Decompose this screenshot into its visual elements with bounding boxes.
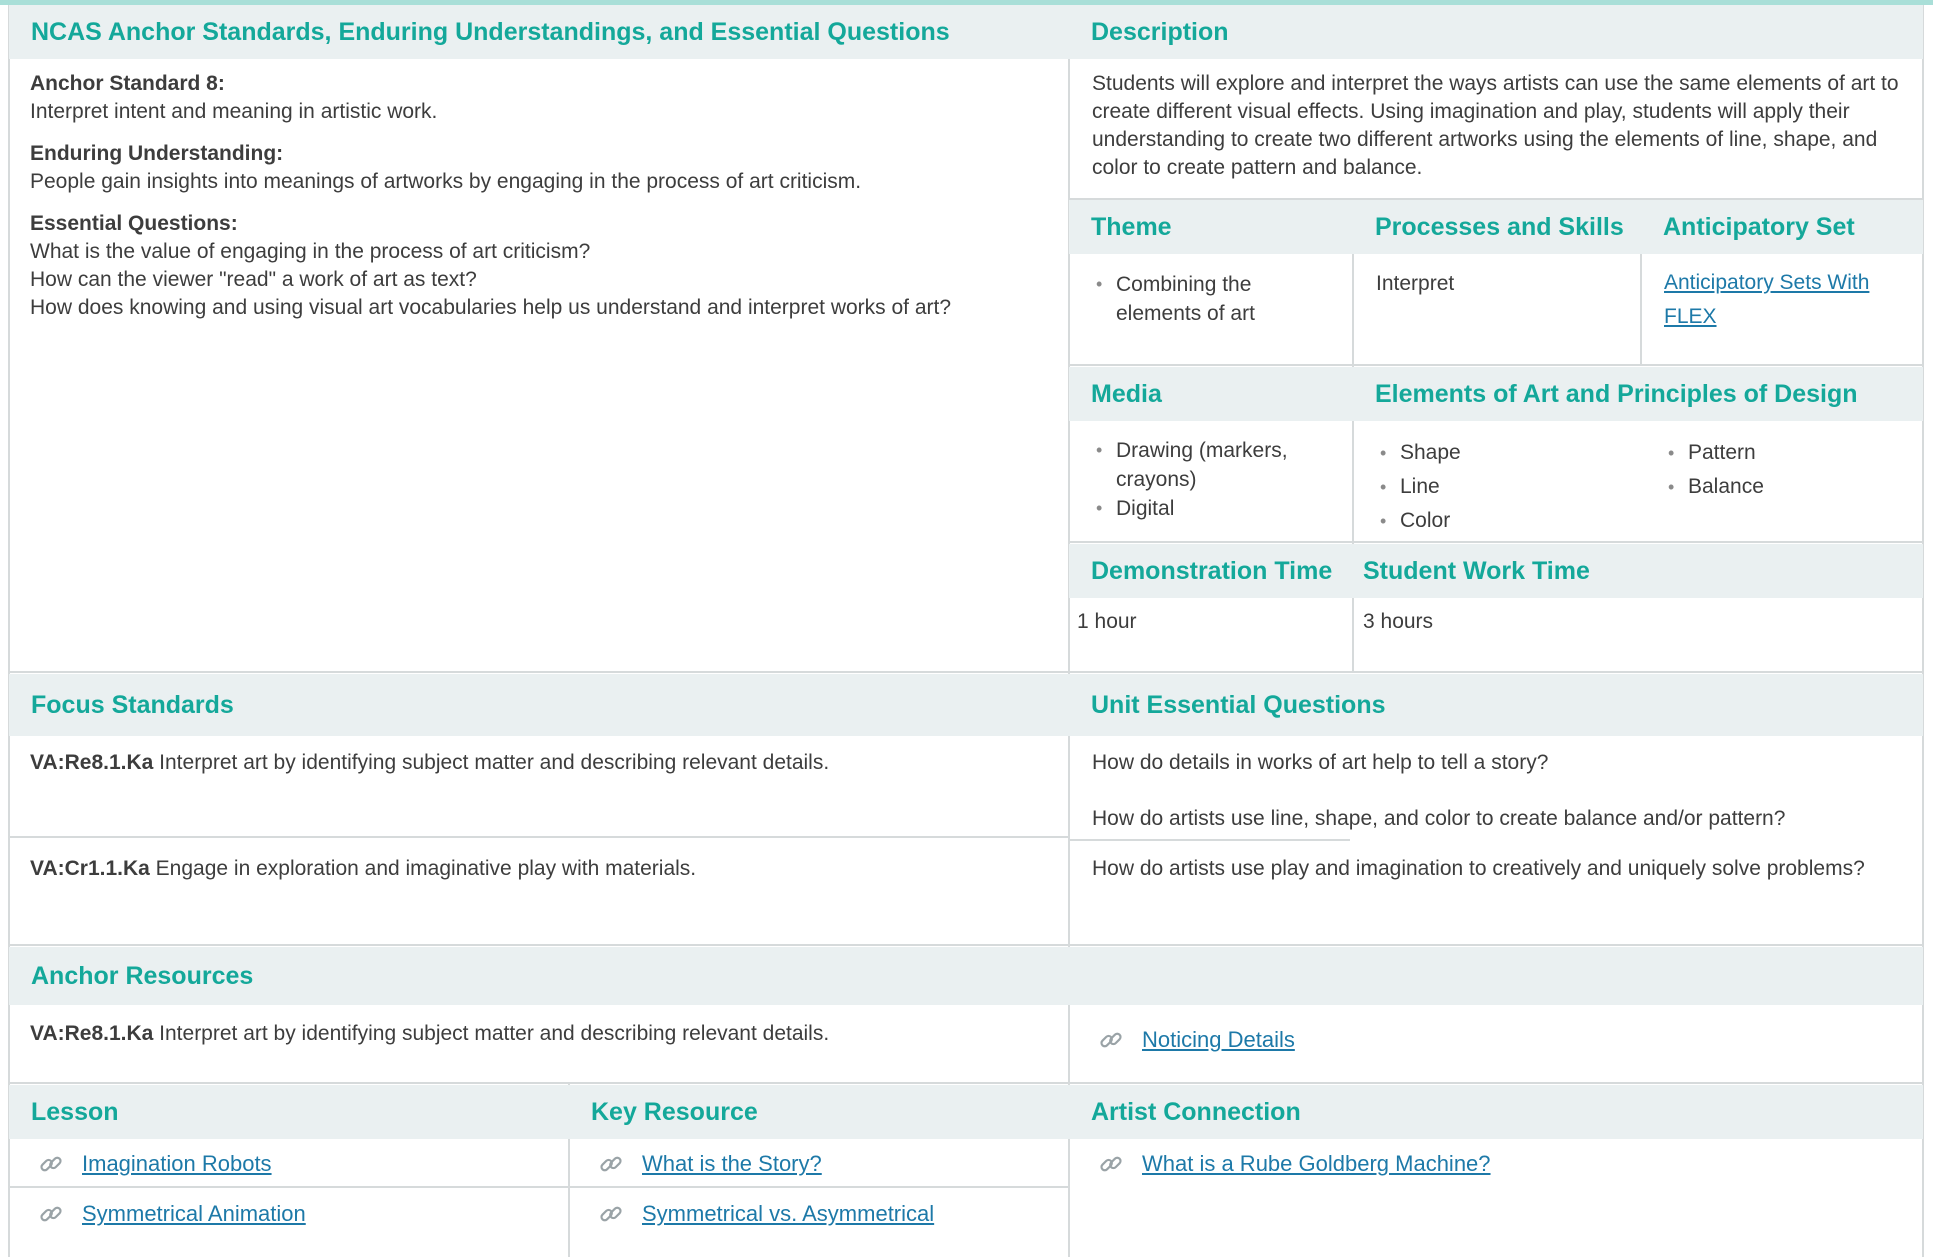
unit-eq-header: Unit Essential Questions	[1069, 674, 1923, 736]
media-list: Drawing (markers, crayons) Digital	[1092, 436, 1322, 523]
anticipatory-link-wrap: Anticipatory Sets With FLEX	[1664, 266, 1914, 334]
lesson-header: Lesson	[9, 1085, 569, 1139]
anticipatory-header-text: Anticipatory Set	[1663, 212, 1855, 241]
elements-header-text: Elements of Art and Principles of Design	[1375, 379, 1858, 408]
principle-item: Balance	[1664, 470, 1904, 504]
focus-standards-header-text: Focus Standards	[31, 690, 234, 719]
focus-standard-code: VA:Re8.1.Ka	[30, 751, 154, 774]
elements-list-col1: Shape Line Color	[1376, 436, 1616, 538]
element-item: Shape	[1376, 436, 1616, 470]
elements-list-col2: Pattern Balance	[1664, 436, 1904, 504]
unit-eq-header-text: Unit Essential Questions	[1091, 690, 1386, 719]
focus-standard-code: VA:Cr1.1.Ka	[30, 857, 150, 880]
essential-questions-label: Essential Questions:	[30, 212, 238, 235]
key-resource-header: Key Resource	[569, 1085, 1069, 1139]
demo-time-header: Demonstration Time	[1069, 544, 1353, 598]
focus-standard-text: Interpret art by identifying subject mat…	[153, 751, 830, 774]
processes-header: Processes and Skills	[1353, 200, 1641, 254]
symmetrical-animation-link[interactable]: Symmetrical Animation	[82, 1201, 306, 1227]
description-header-text: Description	[1091, 17, 1229, 46]
description-text: Students will explore and interpret the …	[1092, 72, 1899, 179]
ncas-header: NCAS Anchor Standards, Enduring Understa…	[9, 5, 1069, 59]
processes-header-text: Processes and Skills	[1375, 212, 1624, 241]
work-time-value: 3 hours	[1363, 610, 1434, 633]
focus-standard-item: VA:Cr1.1.Ka Engage in exploration and im…	[30, 855, 1050, 883]
work-time-header: Student Work Time	[1353, 544, 1923, 598]
theme-list: Combining the elements of art	[1092, 270, 1322, 328]
enduring-understanding-text: People gain insights into meanings of ar…	[30, 170, 862, 193]
anchor-resources-header-text: Anchor Resources	[31, 961, 254, 990]
element-item: Color	[1376, 504, 1616, 538]
enduring-understanding-label: Enduring Understanding:	[30, 142, 284, 165]
unit-eq-item: How do details in works of art help to t…	[1092, 751, 1549, 774]
lesson-link-row[interactable]: Symmetrical Animation	[38, 1201, 306, 1227]
anchor-resources-header: Anchor Resources	[9, 947, 1923, 1005]
link-icon	[38, 1201, 64, 1227]
essential-question: How can the viewer "read" a work of art …	[30, 268, 477, 291]
anchor-standard-text: Interpret intent and meaning in artistic…	[30, 100, 438, 123]
key-resource-link-row[interactable]: What is the Story?	[598, 1151, 822, 1177]
artist-connection-link-row[interactable]: What is a Rube Goldberg Machine?	[1098, 1151, 1491, 1177]
essential-question: What is the value of engaging in the pro…	[30, 240, 591, 263]
theme-item: Combining the elements of art	[1092, 270, 1322, 328]
anticipatory-header: Anticipatory Set	[1641, 200, 1923, 254]
ncas-header-text: NCAS Anchor Standards, Enduring Understa…	[31, 17, 950, 46]
anchor-resource-link-row[interactable]: Noticing Details	[1098, 1027, 1295, 1053]
link-icon	[1098, 1027, 1124, 1053]
description-header: Description	[1069, 5, 1923, 59]
ncas-content: Anchor Standard 8: Interpret intent and …	[30, 70, 1040, 322]
anchor-standard-label: Anchor Standard 8:	[30, 72, 225, 95]
symmetrical-vs-asymmetrical-link[interactable]: Symmetrical vs. Asymmetrical	[642, 1201, 934, 1227]
theme-header: Theme	[1069, 200, 1353, 254]
link-icon	[598, 1201, 624, 1227]
media-header: Media	[1069, 367, 1353, 421]
media-header-text: Media	[1091, 379, 1162, 408]
key-resource-link-row[interactable]: Symmetrical vs. Asymmetrical	[598, 1201, 934, 1227]
link-icon	[38, 1151, 64, 1177]
elements-header: Elements of Art and Principles of Design	[1353, 367, 1923, 421]
theme-header-text: Theme	[1091, 212, 1172, 241]
essential-question: How does knowing and using visual art vo…	[30, 296, 952, 319]
media-item: Drawing (markers, crayons)	[1092, 436, 1322, 494]
principle-item: Pattern	[1664, 436, 1904, 470]
demo-time-value: 1 hour	[1077, 610, 1137, 633]
lesson-header-text: Lesson	[31, 1097, 119, 1126]
what-is-the-story-link[interactable]: What is the Story?	[642, 1151, 822, 1177]
key-resource-header-text: Key Resource	[591, 1097, 758, 1126]
imagination-robots-link[interactable]: Imagination Robots	[82, 1151, 272, 1177]
unit-eq-item: How do artists use line, shape, and colo…	[1092, 807, 1786, 830]
focus-standards-header: Focus Standards	[9, 674, 1069, 736]
link-icon	[1098, 1151, 1124, 1177]
unit-eq-item: How do artists use play and imagination …	[1092, 857, 1865, 880]
anchor-resource-text: Interpret art by identifying subject mat…	[153, 1022, 830, 1045]
anchor-resource-code: VA:Re8.1.Ka	[30, 1022, 154, 1045]
link-icon	[598, 1151, 624, 1177]
media-item: Digital	[1092, 494, 1322, 523]
lesson-link-row[interactable]: Imagination Robots	[38, 1151, 272, 1177]
work-time-header-text: Student Work Time	[1363, 556, 1590, 585]
rube-goldberg-machine-link[interactable]: What is a Rube Goldberg Machine?	[1142, 1151, 1491, 1177]
noticing-details-link[interactable]: Noticing Details	[1142, 1027, 1295, 1053]
anchor-resource-standard: VA:Re8.1.Ka Interpret art by identifying…	[30, 1020, 1050, 1048]
artist-connection-header: Artist Connection	[1069, 1085, 1923, 1139]
artist-connection-header-text: Artist Connection	[1091, 1097, 1301, 1126]
processes-text: Interpret	[1376, 272, 1455, 295]
focus-standard-text: Engage in exploration and imaginative pl…	[149, 857, 697, 880]
anticipatory-sets-link[interactable]: Anticipatory Sets With FLEX	[1664, 271, 1869, 328]
demo-time-header-text: Demonstration Time	[1091, 556, 1333, 585]
element-item: Line	[1376, 470, 1616, 504]
lesson-plan-page: NCAS Anchor Standards, Enduring Understa…	[0, 0, 1933, 1257]
focus-standard-item: VA:Re8.1.Ka Interpret art by identifying…	[30, 749, 1050, 777]
